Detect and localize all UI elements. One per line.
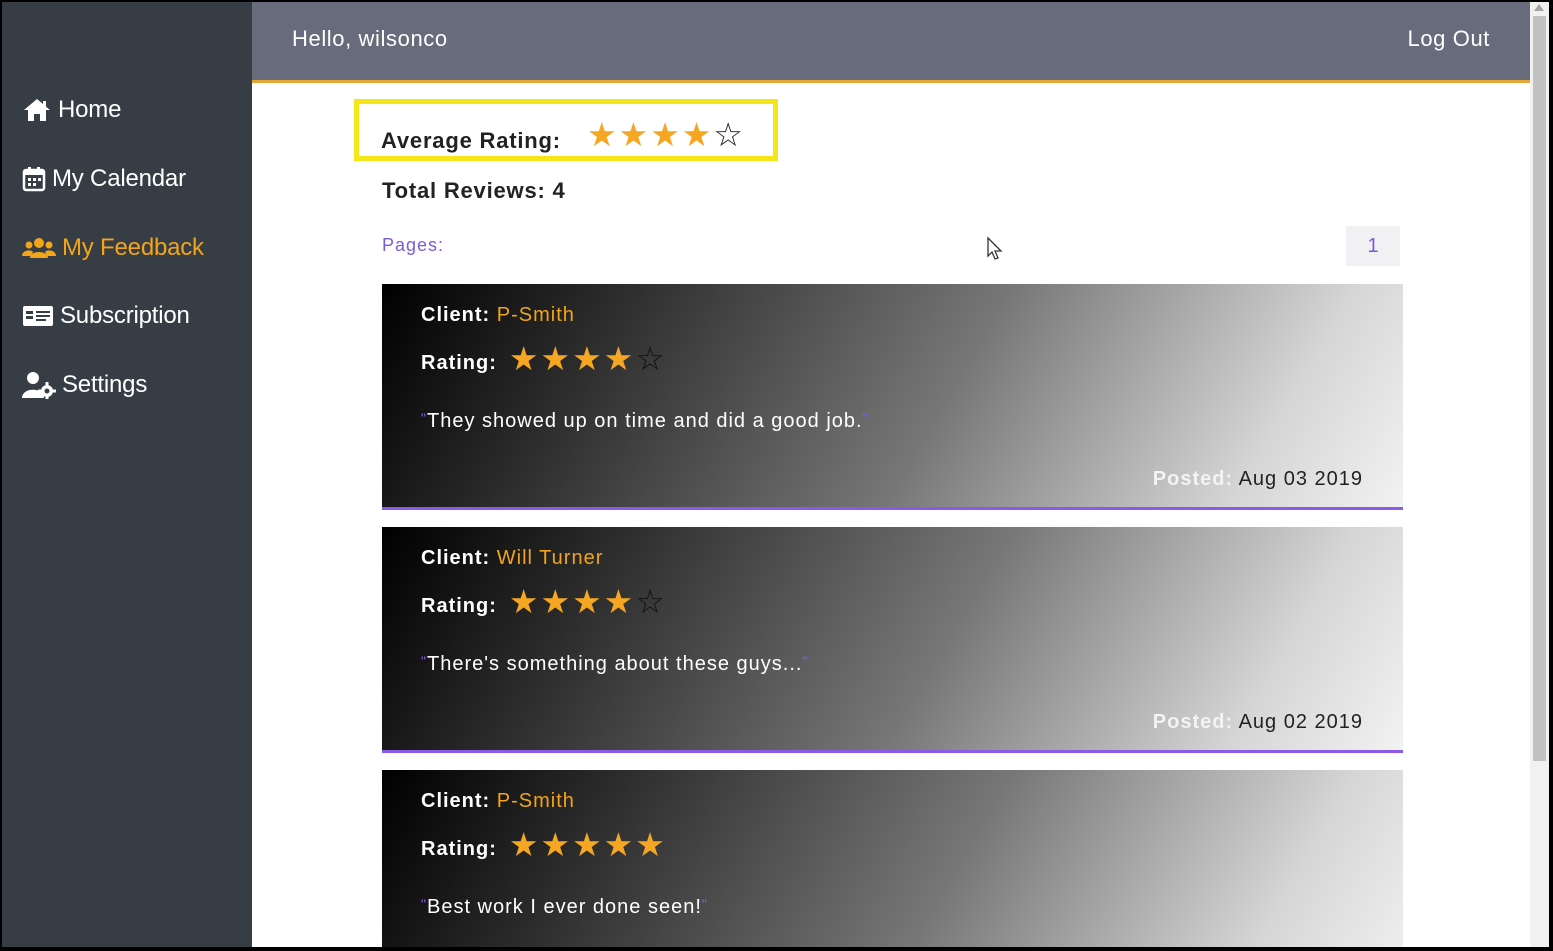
sidebar-item-label: Home (58, 96, 122, 123)
star-empty-icon: ☆ (713, 116, 743, 153)
vertical-scrollbar[interactable] (1530, 2, 1549, 947)
sidebar: Home My Calendar My Feedback Subscriptio… (2, 2, 252, 947)
star-filled-icon: ★ (635, 826, 665, 863)
star-filled-icon: ★ (508, 826, 539, 863)
page-button-1[interactable]: 1 (1346, 226, 1400, 266)
sidebar-item-label: Subscription (60, 302, 190, 329)
rating-stars: ★★★★☆ (509, 342, 667, 375)
greeting: Hello, wilsonco (292, 26, 448, 51)
user-cog-icon (22, 371, 56, 399)
star-filled-icon: ★ (540, 826, 571, 863)
star-filled-icon: ★ (603, 826, 634, 863)
mouse-cursor-icon (987, 236, 1003, 260)
close-quote-icon: " (802, 653, 809, 669)
review-text-content: There's something about these guys... (426, 653, 803, 675)
calendar-icon (22, 166, 46, 192)
rating-label: Rating: (421, 595, 497, 617)
posted-label: Posted: (1152, 468, 1234, 490)
rating-stars: ★★★★★ (509, 828, 667, 861)
sidebar-item-my-calendar[interactable]: My Calendar (22, 165, 186, 193)
review-text: "There's something about these guys..." (421, 653, 808, 676)
star-filled-icon: ★ (587, 116, 617, 153)
sidebar-item-label: My Calendar (52, 165, 186, 192)
scroll-thumb[interactable] (1533, 16, 1546, 761)
close-quote-icon: " (701, 896, 708, 912)
star-filled-icon: ★ (572, 826, 602, 863)
star-filled-icon: ★ (650, 116, 680, 153)
client-name: P-Smith (496, 304, 575, 326)
client-label: Client: (421, 547, 491, 569)
rating-label: Rating: (421, 352, 497, 374)
client-name: P-Smith (496, 790, 575, 812)
logout-link[interactable]: Log Out (1408, 26, 1490, 52)
star-empty-icon: ☆ (635, 583, 665, 620)
rating-row: Rating: ★★★★☆ (421, 585, 667, 618)
client-label: Client: (421, 304, 491, 326)
review-text-content: Best work I ever done seen! (426, 896, 702, 918)
home-icon (22, 97, 52, 123)
star-filled-icon: ★ (618, 116, 649, 153)
star-empty-icon: ☆ (635, 340, 665, 377)
star-filled-icon: ★ (508, 340, 539, 377)
star-filled-icon: ★ (572, 583, 602, 620)
sidebar-item-label: My Feedback (62, 234, 204, 261)
average-rating-stars: ★★★★☆ (587, 118, 745, 151)
close-quote-icon: " (862, 410, 869, 426)
star-filled-icon: ★ (603, 583, 634, 620)
sidebar-item-label: Settings (62, 371, 148, 398)
review-card: Client: P-Smith Rating: ★★★★★ "Best work… (382, 770, 1403, 947)
review-text: "They showed up on time and did a good j… (421, 410, 869, 433)
star-filled-icon: ★ (508, 583, 539, 620)
client-label: Client: (421, 790, 491, 812)
top-header: Hello, wilsonco Log Out (252, 2, 1530, 83)
scroll-up-arrow-icon[interactable] (1534, 4, 1544, 11)
rating-stars: ★★★★☆ (509, 585, 667, 618)
review-card: Client: P-Smith Rating: ★★★★☆ "They show… (382, 284, 1403, 510)
sidebar-item-my-feedback[interactable]: My Feedback (22, 234, 204, 262)
app-frame: Home My Calendar My Feedback Subscriptio… (2, 2, 1549, 947)
sidebar-item-home[interactable]: Home (22, 96, 121, 124)
average-rating-highlight: Average Rating: ★★★★☆ (354, 99, 778, 161)
star-filled-icon: ★ (603, 340, 634, 377)
client-name: Will Turner (496, 547, 604, 569)
posted-row: Posted: Aug 03 2019 (1153, 468, 1363, 491)
star-filled-icon: ★ (540, 583, 571, 620)
posted-row: Posted: Aug 02 2019 (1153, 711, 1363, 734)
id-card-icon (22, 304, 54, 328)
sidebar-item-subscription[interactable]: Subscription (22, 302, 190, 330)
rating-label: Rating: (421, 838, 497, 860)
users-icon (22, 236, 56, 260)
star-filled-icon: ★ (540, 340, 571, 377)
average-rating-label: Average Rating: (381, 128, 561, 153)
review-card: Client: Will Turner Rating: ★★★★☆ "There… (382, 527, 1403, 753)
review-text-content: They showed up on time and did a good jo… (426, 410, 863, 432)
client-row: Client: P-Smith (421, 790, 575, 813)
posted-date: Aug 03 2019 (1238, 468, 1363, 490)
sidebar-item-settings[interactable]: Settings (22, 371, 147, 399)
client-row: Client: P-Smith (421, 304, 575, 327)
rating-row: Rating: ★★★★☆ (421, 342, 667, 375)
client-row: Client: Will Turner (421, 547, 603, 570)
star-filled-icon: ★ (681, 116, 712, 153)
star-filled-icon: ★ (572, 340, 602, 377)
posted-label: Posted: (1152, 711, 1234, 733)
posted-date: Aug 02 2019 (1238, 711, 1363, 733)
pages-label: Pages: (382, 235, 445, 255)
rating-row: Rating: ★★★★★ (421, 828, 667, 861)
total-reviews: Total Reviews: 4 (382, 178, 566, 203)
review-text: "Best work I ever done seen!" (421, 896, 708, 919)
